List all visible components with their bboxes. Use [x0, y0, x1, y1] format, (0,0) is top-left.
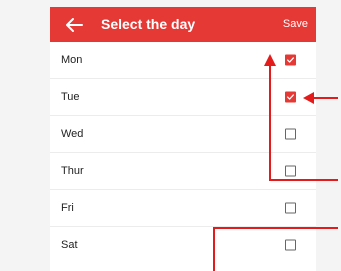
annotation-overlay [213, 54, 338, 271]
annotation-arrowhead-left [303, 92, 314, 104]
annotation-arrowhead-up [264, 54, 276, 66]
annotation-bracket-bottom [213, 227, 338, 271]
annotation-line-to-save [269, 64, 338, 181]
